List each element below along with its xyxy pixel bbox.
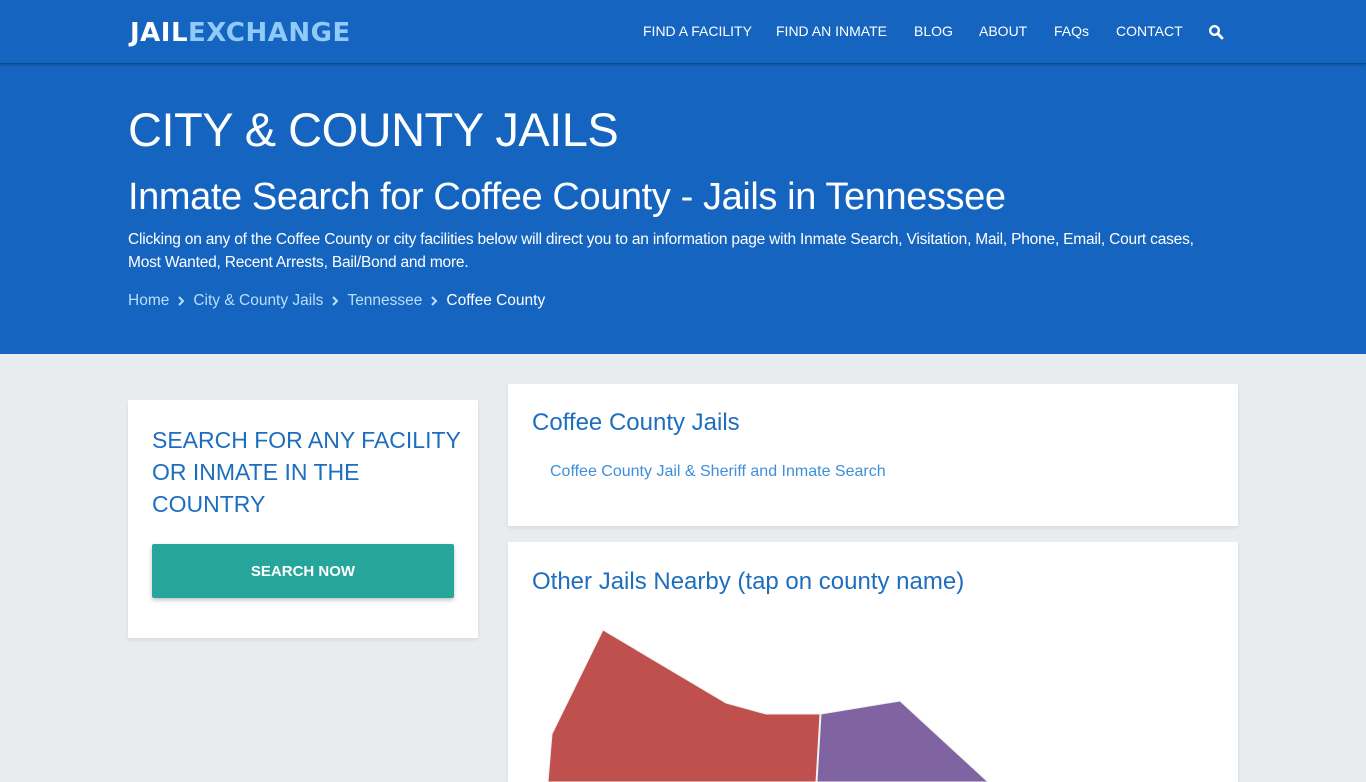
nav-about[interactable]: ABOUT	[979, 23, 1027, 39]
page-subtitle: Inmate Search for Coffee County - Jails …	[128, 176, 1006, 218]
page-description: Clicking on any of the Coffee County or …	[128, 231, 1194, 271]
county-region-red[interactable]	[547, 629, 821, 782]
breadcrumb-current: Coffee County	[446, 292, 546, 309]
nav-find-inmate[interactable]: FIND AN INMATE	[776, 23, 887, 39]
hero-banner: CITY & COUNTY JAILS Inmate Search for Co…	[0, 64, 1366, 354]
search-promo-heading: SEARCH FOR ANY FACILITY OR INMATE IN THE…	[152, 427, 461, 517]
search-now-button[interactable]: SEARCH NOW	[152, 544, 454, 598]
site-logo[interactable]: JAILEXCHANGE	[130, 17, 351, 49]
county-jails-card: Coffee County Jails Coffee County Jail &…	[508, 384, 1238, 526]
page-title: CITY & COUNTY JAILS	[128, 103, 619, 156]
logo-text-exchange: EXCHANGE	[188, 18, 351, 48]
nav-find-facility[interactable]: FIND A FACILITY	[643, 23, 752, 39]
nav-contact[interactable]: CONTACT	[1116, 23, 1183, 39]
chevron-right-icon	[422, 291, 446, 311]
search-icon[interactable]	[1208, 24, 1224, 40]
breadcrumb-city-county-jails[interactable]: City & County Jails	[193, 291, 323, 311]
county-map	[547, 629, 989, 782]
top-navbar: JAILEXCHANGE FIND A FACILITY FIND AN INM…	[0, 0, 1366, 64]
facility-link[interactable]: Coffee County Jail & Sheriff and Inmate …	[550, 463, 886, 481]
breadcrumb-home[interactable]: Home	[128, 291, 169, 311]
breadcrumb: Home City & County Jails Tennessee Coffe…	[128, 291, 545, 311]
chevron-right-icon	[323, 291, 347, 311]
breadcrumb-tennessee[interactable]: Tennessee	[347, 291, 422, 311]
nav-faqs[interactable]: FAQs	[1054, 23, 1089, 39]
chevron-right-icon	[169, 291, 193, 311]
county-region-purple[interactable]	[816, 700, 989, 782]
search-promo-card: SEARCH FOR ANY FACILITY OR INMATE IN THE…	[128, 400, 478, 638]
county-jails-heading: Coffee County Jails	[532, 409, 740, 436]
nav-blog[interactable]: BLOG	[914, 23, 953, 39]
logo-text-jail: JAIL	[130, 18, 189, 48]
nearby-jails-card: Other Jails Nearby (tap on county name)	[508, 542, 1238, 782]
